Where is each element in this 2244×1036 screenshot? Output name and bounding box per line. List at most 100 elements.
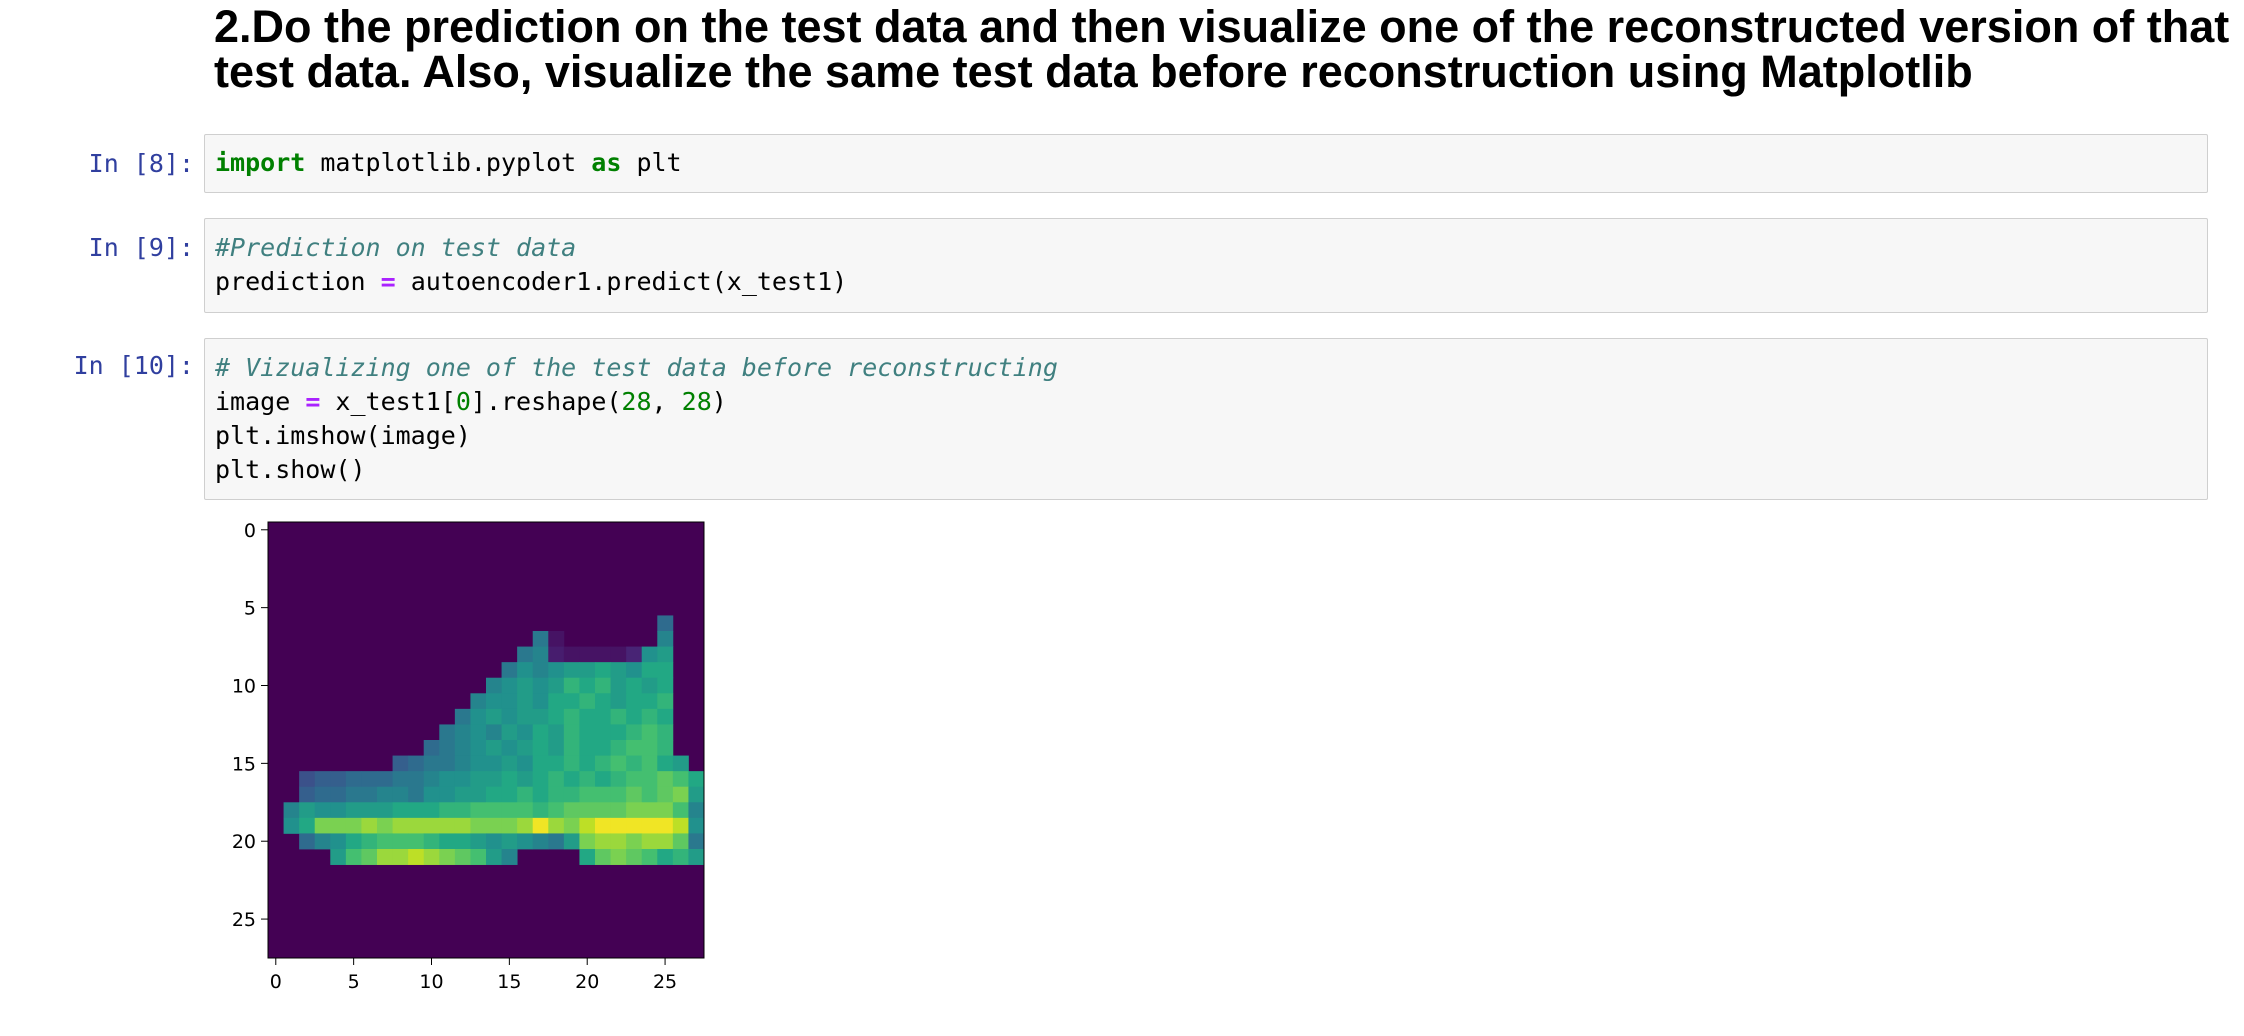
heatmap-cell — [610, 786, 627, 803]
heatmap-cell — [501, 771, 518, 788]
heatmap-cell — [392, 802, 409, 819]
heatmap-cell — [626, 724, 643, 741]
heatmap-cell — [657, 724, 674, 741]
heatmap-cell — [439, 740, 456, 756]
heatmap-cell — [532, 724, 549, 741]
heatmap-cell — [454, 708, 471, 725]
heatmap-cell — [501, 708, 518, 725]
heatmap-cell — [517, 817, 534, 834]
heatmap-cell — [377, 771, 393, 788]
heatmap-cell — [579, 817, 596, 834]
heatmap-cell — [563, 693, 580, 710]
heatmap-cell — [408, 786, 425, 803]
heatmap-cell — [672, 817, 689, 834]
heatmap-cell — [595, 755, 611, 772]
imshow-plot: 0 5 10 15 20 25 0 5 10 15 20 25 — [232, 520, 705, 993]
heatmap-cell — [486, 755, 502, 772]
heatmap-cell — [423, 740, 440, 756]
heatmap-cell — [501, 817, 518, 834]
heatmap-cell — [532, 662, 549, 679]
heatmap-cell — [517, 755, 534, 772]
heatmap-cell — [657, 631, 674, 647]
heatmap-cell — [299, 833, 316, 850]
heatmap-cell — [517, 677, 534, 694]
heatmap-cell — [626, 817, 643, 834]
heatmap-cell — [314, 817, 331, 834]
heatmap-cell — [408, 849, 425, 865]
heatmap-cell — [361, 833, 378, 850]
heatmap-cell — [548, 817, 565, 834]
heatmap-cell — [501, 677, 518, 694]
heatmap-cell — [563, 724, 580, 741]
heatmap-cell — [657, 646, 674, 663]
heatmap-cell — [610, 646, 627, 663]
heatmap-cell — [563, 786, 580, 803]
heatmap-cell — [579, 786, 596, 803]
heatmap-cell — [641, 677, 658, 694]
heatmap-cell — [454, 755, 471, 772]
heatmap-cell — [595, 786, 611, 803]
heatmap-cell — [595, 677, 611, 694]
heatmap-cell — [423, 817, 440, 834]
heatmap-cell — [626, 802, 643, 819]
heatmap-cell — [423, 755, 440, 772]
heatmap-cell — [501, 802, 518, 819]
heatmap-cell — [299, 802, 316, 819]
heatmap-cell — [517, 802, 534, 819]
heatmap-cell — [330, 786, 347, 803]
heatmap-cell — [548, 724, 565, 741]
heatmap-cell — [423, 802, 440, 819]
heatmap-cell — [579, 755, 596, 772]
heatmap-cell — [688, 771, 705, 788]
heatmap-cell — [501, 693, 518, 710]
heatmap-cell — [517, 786, 534, 803]
heatmap-cell — [501, 724, 518, 741]
heatmap-cell — [641, 786, 658, 803]
heatmap-cell — [579, 677, 596, 694]
heatmap-cell — [626, 849, 643, 865]
heatmap-cell — [501, 755, 518, 772]
heatmap-cell — [470, 724, 487, 741]
heatmap-cell — [672, 786, 689, 803]
heatmap-cell — [579, 724, 596, 741]
heatmap-cell — [657, 771, 674, 788]
heatmap-cell — [439, 755, 456, 772]
heatmap-cell — [361, 786, 378, 803]
heatmap-cell — [626, 786, 643, 803]
heatmap-cell — [314, 771, 331, 788]
heatmap-cell — [517, 724, 534, 741]
heatmap-cell — [595, 740, 611, 756]
heatmap-cell — [501, 740, 518, 756]
heatmap-cell — [641, 724, 658, 741]
heatmap-cell — [330, 833, 347, 850]
heatmap-cell — [610, 693, 627, 710]
heatmap-cell — [470, 833, 487, 850]
heatmap-cell — [423, 771, 440, 788]
heatmap-cell — [299, 771, 316, 788]
heatmap-cell — [470, 740, 487, 756]
heatmap-cell — [688, 786, 705, 803]
heatmap-cell — [579, 708, 596, 725]
y-tick-label: 25 — [232, 909, 256, 931]
heatmap-cell — [610, 662, 627, 679]
heatmap-cell — [563, 662, 580, 679]
heatmap-cell — [361, 817, 378, 834]
heatmap-cell — [688, 817, 705, 834]
heatmap-cell — [595, 724, 611, 741]
heatmap-cell — [486, 802, 502, 819]
heatmap-cell — [283, 817, 300, 834]
heatmap-cell — [423, 833, 440, 850]
heatmap-cell — [579, 646, 596, 663]
heatmap-cell — [439, 786, 456, 803]
heatmap-cell — [548, 646, 565, 663]
heatmap-cell — [517, 708, 534, 725]
heatmap-cell — [517, 646, 534, 663]
heatmap-cell — [439, 849, 456, 865]
heatmap-cell — [486, 693, 502, 710]
heatmap-cell — [626, 833, 643, 850]
heatmap-cell — [672, 771, 689, 788]
heatmap-cell — [532, 677, 549, 694]
heatmap-cell — [563, 817, 580, 834]
heatmap-cell — [641, 740, 658, 756]
heatmap-cell — [392, 755, 409, 772]
